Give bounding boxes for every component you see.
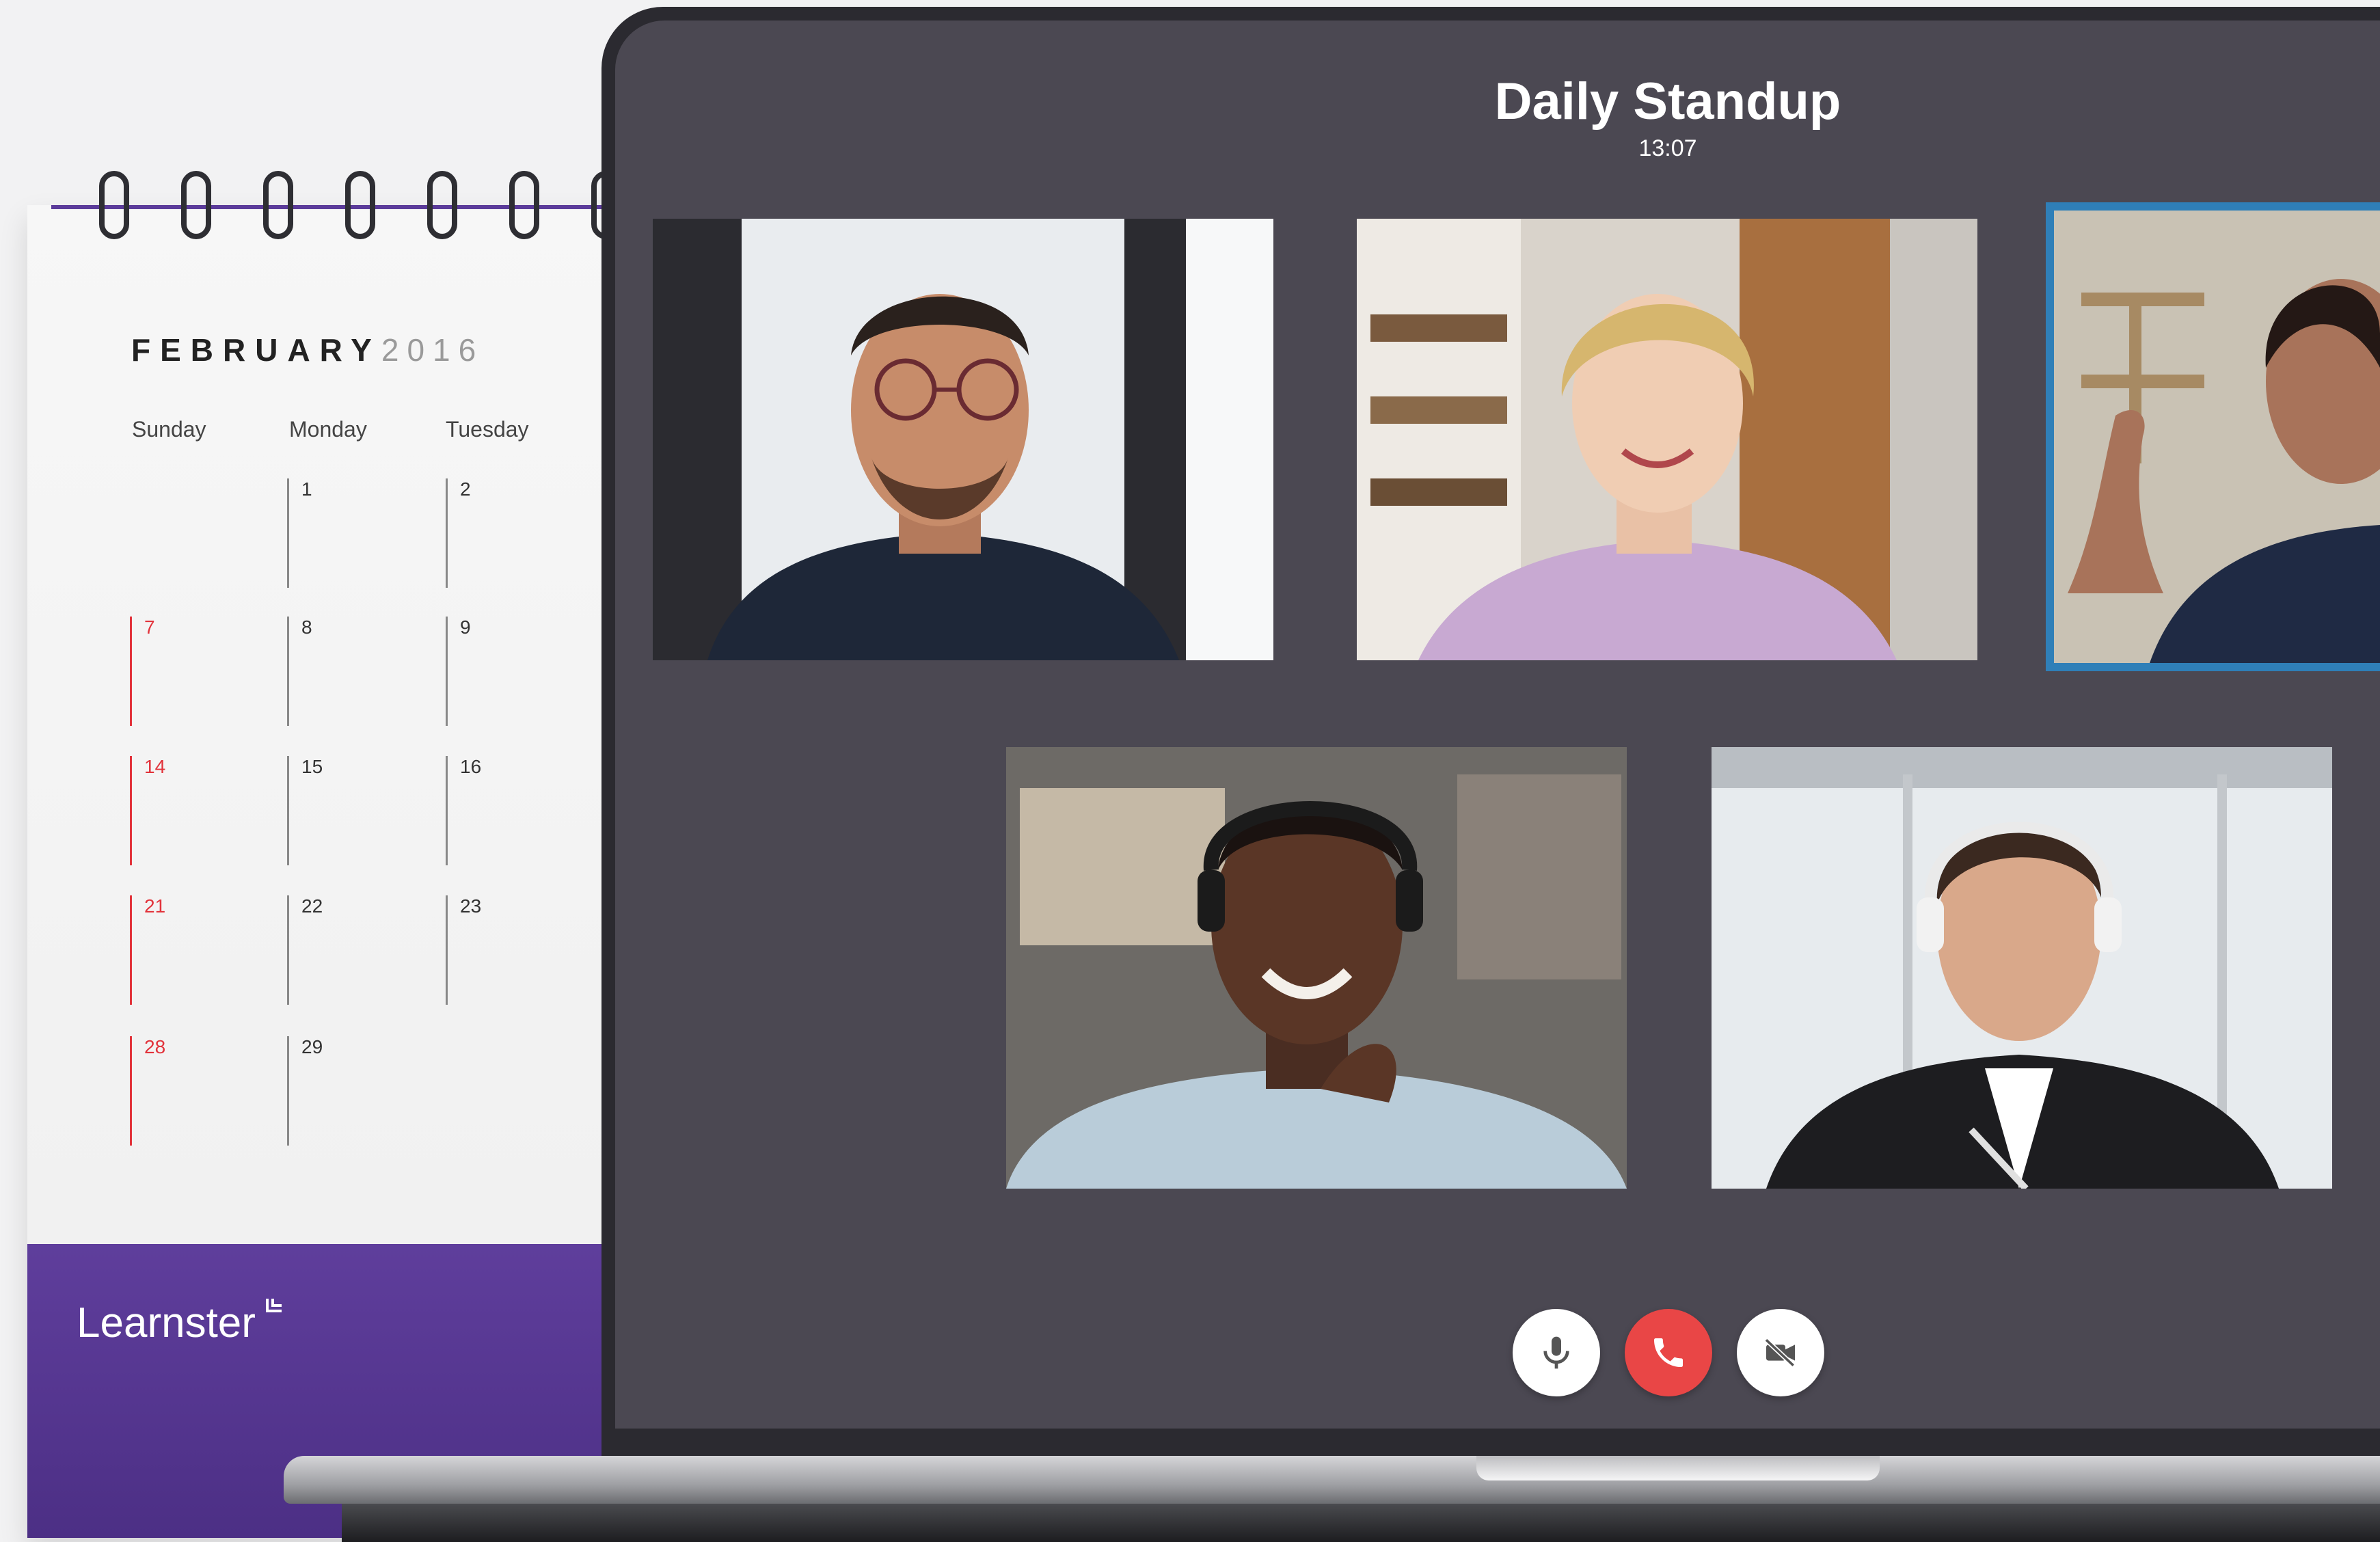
brand-logo-text: Learnster (77, 1299, 256, 1347)
calendar-day: 16 (446, 756, 481, 865)
end-call-button[interactable] (1625, 1309, 1712, 1396)
laptop-base-shadow (342, 1504, 2380, 1542)
calendar-month: FEBRUARY (131, 332, 381, 368)
microphone-icon (1543, 1336, 1569, 1369)
participant-video-1 (653, 219, 1273, 660)
phone-icon (1654, 1338, 1683, 1367)
weekday-sunday: Sunday (132, 417, 206, 442)
camera-off-button[interactable] (1737, 1309, 1824, 1396)
calendar-ring (345, 171, 375, 239)
calendar-day: 23 (446, 895, 481, 1005)
calendar-day-sunday: 28 (130, 1036, 165, 1146)
video-off-icon (1764, 1338, 1796, 1368)
calendar-ring (99, 171, 129, 239)
call-timer: 13:07 (1638, 135, 1697, 161)
calendar-day: 15 (287, 756, 323, 865)
participant-video-2 (1357, 219, 1977, 660)
calendar-ring (509, 171, 539, 239)
laptop-base (284, 1456, 2380, 1504)
calendar-day: 2 (446, 478, 471, 588)
calendar-day-sunday: 7 (130, 617, 155, 726)
calendar-ring (181, 171, 211, 239)
laptop-notch (1476, 1456, 1880, 1480)
call-title: Daily Standup (1494, 72, 1841, 131)
calendar-day-sunday: 14 (130, 756, 165, 865)
desk-calendar: FEBRUARY2016 Sunday Monday Tuesday 1 8 1… (27, 171, 643, 1538)
participant-video-4 (1006, 747, 1627, 1189)
calendar-day: 8 (287, 617, 312, 726)
calendar-day-sunday: 21 (130, 895, 165, 1005)
calendar-ring (427, 171, 457, 239)
calendar-month-heading: FEBRUARY2016 (131, 332, 484, 368)
weekday-monday: Monday (289, 417, 367, 442)
microphone-button[interactable] (1513, 1309, 1600, 1396)
participant-tile-1[interactable] (653, 219, 1273, 660)
calendar-day: 1 (287, 478, 312, 588)
calendar-ring (263, 171, 293, 239)
weekday-tuesday: Tuesday (446, 417, 529, 442)
participant-tile-4[interactable] (1006, 747, 1627, 1189)
calendar-day: 29 (287, 1036, 323, 1146)
calendar-day: 9 (446, 617, 471, 726)
participant-video-5 (1712, 747, 2332, 1189)
participant-tile-2[interactable] (1357, 219, 1977, 660)
calendar-day: 22 (287, 895, 323, 1005)
brand-logo-icon (266, 1299, 282, 1312)
calendar-year: 2016 (381, 332, 485, 368)
participant-tile-3-active-speaker[interactable] (2046, 202, 2380, 671)
participant-tile-5[interactable] (1712, 747, 2332, 1189)
participant-video-3 (2054, 211, 2380, 663)
